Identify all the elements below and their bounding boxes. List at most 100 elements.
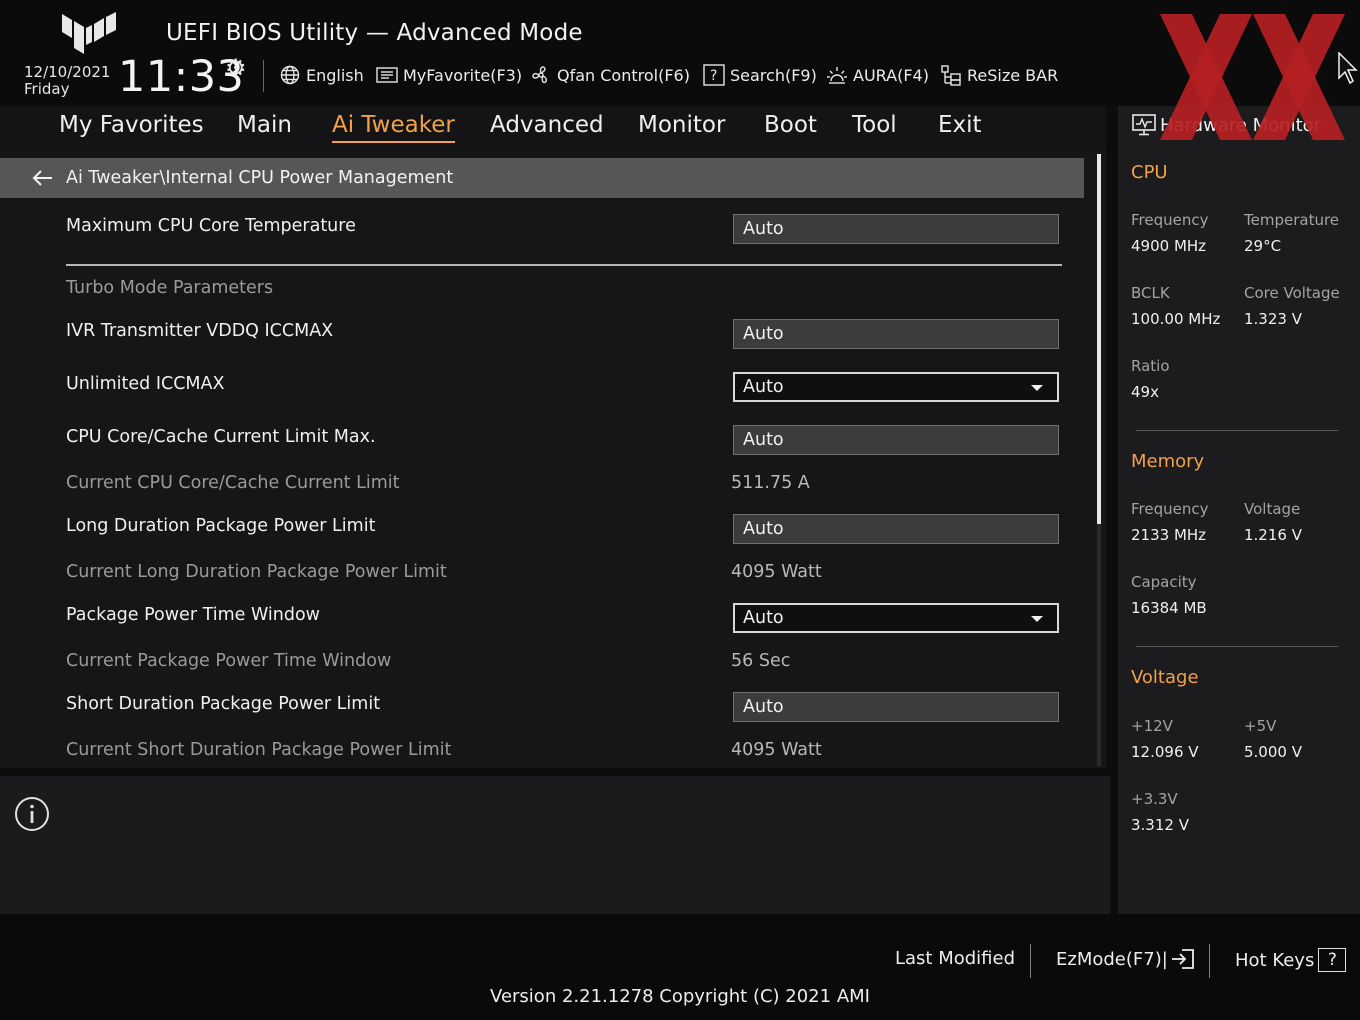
settings-panel: Ai Tweaker\Internal CPU Power Management… (0, 148, 1106, 768)
ezmode-button[interactable]: EzMode(F7)| (1056, 948, 1196, 970)
myfavorite-button[interactable]: MyFavorite(F3) (376, 62, 522, 88)
resize-bar-icon (940, 64, 962, 86)
v33-value: 3.312 V (1131, 816, 1189, 834)
time-window-value: Auto (743, 608, 784, 628)
fan-icon (530, 64, 552, 86)
last-modified-button[interactable]: Last Modified (895, 948, 1015, 969)
short-duration-field[interactable]: Auto (733, 692, 1059, 722)
v12-value: 12.096 V (1131, 743, 1199, 761)
footer: Last Modified EzMode(F7)| Hot Keys ? Ver… (0, 914, 1360, 1020)
unlimited-iccmax-value: Auto (743, 377, 784, 397)
core-voltage-value: 1.323 V (1244, 310, 1302, 328)
core-voltage-label: Core Voltage (1244, 284, 1340, 302)
cpu-temperature-label: Temperature (1244, 211, 1340, 229)
date-display: 12/10/2021 Friday (24, 64, 110, 98)
tab-advanced[interactable]: Advanced (490, 112, 604, 141)
ivr-vddq-field[interactable]: Auto (733, 319, 1059, 349)
bclk-label: BCLK (1131, 284, 1170, 302)
long-duration-field[interactable]: Auto (733, 514, 1059, 544)
main-tabs: My Favorites Main Ai Tweaker Advanced Mo… (0, 106, 1106, 148)
cpu-frequency-value: 4900 MHz (1131, 237, 1207, 255)
language-label: English (306, 65, 364, 85)
bclk-value: 100.00 MHz (1131, 310, 1221, 328)
v33-label: +3.3V (1131, 790, 1178, 808)
favorite-icon (376, 64, 398, 86)
toolbar-divider (263, 60, 264, 92)
cpu-frequency-label: Frequency (1131, 211, 1209, 229)
scrollbar-thumb[interactable] (1097, 154, 1101, 524)
section-divider (66, 264, 1062, 266)
resize-bar-button[interactable]: ReSize BAR (940, 62, 1058, 88)
tab-my-favorites[interactable]: My Favorites (59, 112, 204, 141)
aura-label: AURA(F4) (853, 65, 929, 85)
max-cpu-temp-label: Maximum CPU Core Temperature (66, 216, 356, 236)
short-duration-label: Short Duration Package Power Limit (66, 694, 381, 714)
v5-label: +5V (1244, 717, 1277, 735)
exit-ezmode-icon (1170, 948, 1196, 970)
myfavorite-label: MyFavorite(F3) (403, 65, 523, 85)
tab-exit[interactable]: Exit (938, 112, 982, 141)
aura-button[interactable]: AURA(F4) (826, 62, 929, 88)
core-cache-limit-label: CPU Core/Cache Current Limit Max. (66, 427, 376, 447)
aura-icon (826, 64, 848, 86)
ratio-value: 49x (1131, 383, 1159, 401)
chevron-down-icon (1031, 616, 1043, 622)
tab-monitor[interactable]: Monitor (638, 112, 725, 141)
hotkeys-label: Hot Keys (1235, 949, 1315, 971)
back-arrow-icon[interactable] (32, 167, 54, 189)
max-cpu-temp-field[interactable]: Auto (733, 214, 1059, 244)
tab-ai-tweaker[interactable]: Ai Tweaker (332, 112, 455, 143)
search-button[interactable]: ? Search(F9) (703, 62, 817, 88)
help-panel (0, 776, 1110, 914)
memory-voltage-value: 1.216 V (1244, 526, 1302, 544)
ivr-vddq-label: IVR Transmitter VDDQ ICCMAX (66, 321, 334, 341)
version-text: Version 2.21.1278 Copyright (C) 2021 AMI (490, 986, 870, 1007)
resize-bar-label: ReSize BAR (967, 65, 1059, 85)
tab-boot[interactable]: Boot (764, 112, 817, 141)
tab-main[interactable]: Main (237, 112, 292, 141)
unlimited-iccmax-label: Unlimited ICCMAX (66, 374, 225, 394)
cpu-temperature-value: 29°C (1244, 237, 1282, 255)
gear-icon[interactable]: ⚙ (225, 54, 247, 82)
qfan-button[interactable]: Qfan Control(F6) (530, 62, 690, 88)
hotkeys-button[interactable]: Hot Keys ? (1235, 948, 1347, 972)
current-core-cache-limit-value: 511.75 A (731, 473, 810, 493)
svg-text:?: ? (710, 68, 717, 84)
footer-divider (1030, 944, 1031, 978)
current-long-duration-value: 4095 Watt (731, 562, 822, 582)
tab-tool[interactable]: Tool (852, 112, 897, 141)
memory-heading: Memory (1131, 451, 1205, 472)
time-window-label: Package Power Time Window (66, 605, 320, 625)
ratio-label: Ratio (1131, 357, 1170, 375)
current-time-window-label: Current Package Power Time Window (66, 651, 392, 671)
current-time-window-value: 56 Sec (731, 651, 791, 671)
memory-voltage-label: Voltage (1244, 500, 1301, 518)
voltage-heading: Voltage (1131, 667, 1199, 688)
app-title: UEFI BIOS Utility — Advanced Mode (166, 20, 583, 46)
capacity-label: Capacity (1131, 573, 1197, 591)
tuf-logo (62, 12, 116, 54)
hwm-divider (1136, 646, 1338, 647)
v12-label: +12V (1131, 717, 1173, 735)
time-window-select[interactable]: Auto (733, 603, 1059, 633)
search-label: Search(F9) (730, 65, 817, 85)
cpu-heading: CPU (1131, 162, 1168, 183)
current-long-duration-label: Current Long Duration Package Power Limi… (66, 562, 447, 582)
globe-icon (279, 64, 301, 86)
header: UEFI BIOS Utility — Advanced Mode 12/10/… (0, 0, 1360, 106)
breadcrumb-path: Ai Tweaker\Internal CPU Power Management (66, 168, 454, 188)
section-title: Turbo Mode Parameters (66, 278, 274, 298)
search-icon: ? (703, 64, 725, 86)
hardware-monitor-title: Hardware Monitor (1132, 114, 1321, 136)
current-short-duration-label: Current Short Duration Package Power Lim… (66, 740, 452, 760)
help-key-icon: ? (1318, 948, 1347, 972)
chevron-down-icon (1031, 385, 1043, 391)
current-short-duration-value: 4095 Watt (731, 740, 822, 760)
info-icon (15, 797, 49, 831)
hardware-monitor-panel: Hardware Monitor CPU Frequency Temperatu… (1118, 106, 1360, 914)
core-cache-limit-field[interactable]: Auto (733, 425, 1059, 455)
capacity-value: 16384 MB (1131, 599, 1207, 617)
unlimited-iccmax-select[interactable]: Auto (733, 372, 1059, 402)
language-button[interactable]: English (279, 62, 364, 88)
ezmode-label: EzMode(F7)| (1056, 948, 1168, 970)
